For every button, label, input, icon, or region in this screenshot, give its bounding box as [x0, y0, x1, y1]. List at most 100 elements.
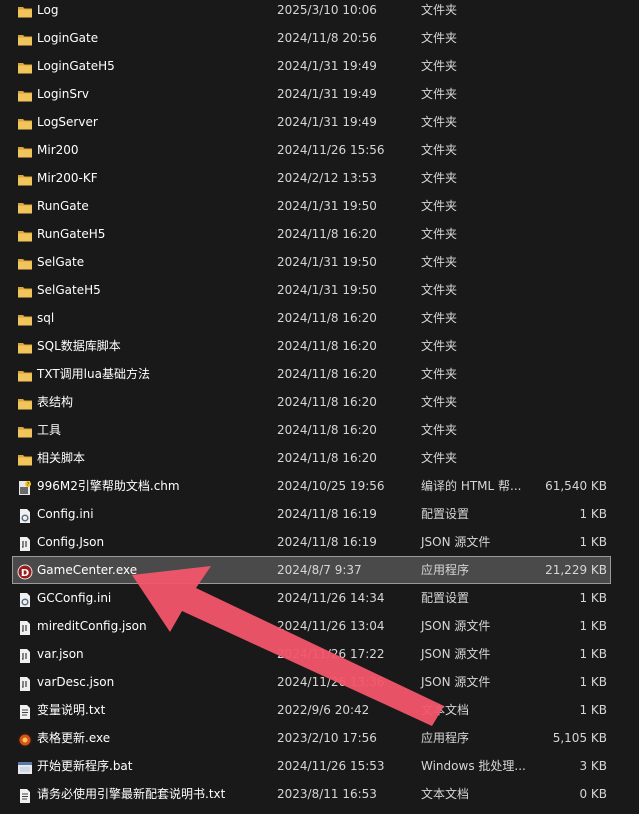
file-name: SQL数据库脚本 — [37, 339, 121, 353]
file-size: 3 KB — [579, 759, 607, 773]
file-row[interactable]: 工具 2024/11/8 16:20 文件夹 — [0, 416, 639, 444]
date-modified: 2024/1/31 19:50 — [277, 199, 377, 213]
file-type: 文件夹 — [421, 311, 458, 325]
file-name: Mir200 — [37, 143, 79, 157]
file-name: sql — [37, 311, 55, 325]
file-type: 配置设置 — [421, 591, 470, 605]
file-row[interactable]: sql 2024/11/8 16:20 文件夹 — [0, 304, 639, 332]
file-type: 文件夹 — [421, 283, 458, 297]
file-type: 文件夹 — [421, 227, 458, 241]
file-size: 0 KB — [579, 787, 607, 801]
file-type: 文件夹 — [421, 367, 458, 381]
file-row[interactable]: 请务必使用引擎最新配套说明书.txt 2023/8/11 16:53 文本文档 0 K… — [0, 780, 639, 808]
file-size: 21,229 KB — [545, 563, 607, 577]
file-row[interactable]: GCConfig.ini 2024/11/26 14:34 配置设置 1 KB — [0, 584, 639, 612]
file-type: 文本文档 — [421, 703, 470, 717]
file-row[interactable]: varDesc.json 2024/11/26 13:36 JSON 源文件 1 KB — [0, 668, 639, 696]
file-type: Windows 批处理... — [421, 759, 526, 773]
file-row[interactable]: Config.Json 2024/11/8 16:19 JSON 源文件 1 KB — [0, 528, 639, 556]
file-row[interactable]: 表结构 2024/11/8 16:20 文件夹 — [0, 388, 639, 416]
json-file-icon — [17, 618, 33, 635]
file-row[interactable]: ? 996M2引擎帮助文档.chm 2024/10/25 19:56 编译的 HTML… — [0, 472, 639, 500]
file-name: 996M2引擎帮助文档.chm — [37, 479, 180, 493]
folder-icon — [17, 198, 33, 214]
file-row[interactable]: Mir200 2024/11/26 15:56 文件夹 — [0, 136, 639, 164]
file-row[interactable]: SelGateH5 2024/1/31 19:50 文件夹 — [0, 276, 639, 304]
file-type: JSON 源文件 — [421, 675, 491, 689]
file-row[interactable]: LoginGateH5 2024/1/31 19:49 文件夹 — [0, 52, 639, 80]
file-row[interactable]: Mir200-KF 2024/2/12 13:53 文件夹 — [0, 164, 639, 192]
help-file-icon: ? — [17, 478, 33, 495]
file-row[interactable]: mireditConfig.json 2024/11/26 13:04 JSON 源… — [0, 612, 639, 640]
date-modified: 2024/11/26 13:36 — [277, 675, 385, 689]
file-name: Config.Json — [37, 535, 105, 549]
date-modified: 2024/11/8 16:20 — [277, 311, 377, 325]
file-name: Config.ini — [37, 507, 94, 521]
date-modified: 2024/1/31 19:49 — [277, 87, 377, 101]
file-row[interactable]: TXT调用lua基础方法 2024/11/8 16:20 文件夹 — [0, 360, 639, 388]
file-row[interactable]: Log 2025/3/10 10:06 文件夹 — [0, 0, 639, 24]
file-name: LogServer — [37, 115, 98, 129]
folder-icon — [17, 394, 33, 410]
date-modified: 2024/11/26 17:22 — [277, 647, 385, 661]
folder-icon — [17, 310, 33, 326]
file-row[interactable]: var.json 2024/11/26 17:22 JSON 源文件 1 KB — [0, 640, 639, 668]
file-type: 文件夹 — [421, 3, 458, 17]
file-size: 61,540 KB — [545, 479, 607, 493]
file-type: 文件夹 — [421, 59, 458, 73]
file-name: 请务必使用引擎最新配套说明书.txt — [37, 787, 226, 801]
date-modified: 2024/10/25 19:56 — [277, 479, 385, 493]
file-name: TXT调用lua基础方法 — [37, 367, 150, 381]
file-row[interactable]: 变量说明.txt 2022/9/6 20:42 文本文档 1 KB — [0, 696, 639, 724]
folder-icon — [17, 86, 33, 102]
file-name: LoginGateH5 — [37, 59, 115, 73]
date-modified: 2024/11/8 20:56 — [277, 31, 377, 45]
svg-text:?: ? — [27, 482, 30, 488]
text-file-icon — [17, 786, 33, 803]
folder-icon — [17, 338, 33, 354]
file-name: RunGate — [37, 199, 89, 213]
file-size: 1 KB — [579, 507, 607, 521]
file-row[interactable]: RunGateH5 2024/11/8 16:20 文件夹 — [0, 220, 639, 248]
file-row-selected[interactable]: D GameCenter.exe 2024/8/7 9:37 应用程序 21,229 K… — [12, 556, 611, 584]
folder-icon — [17, 58, 33, 74]
file-size: 1 KB — [579, 535, 607, 549]
file-row[interactable]: SQL数据库脚本 2024/11/8 16:20 文件夹 — [0, 332, 639, 360]
date-modified: 2024/11/26 13:04 — [277, 619, 385, 633]
folder-icon — [17, 366, 33, 382]
file-row[interactable]: 相关脚本 2024/11/8 16:20 文件夹 — [0, 444, 639, 472]
file-type: 配置设置 — [421, 507, 470, 521]
file-row[interactable]: LoginGate 2024/11/8 20:56 文件夹 — [0, 24, 639, 52]
file-row[interactable]: RunGate 2024/1/31 19:50 文件夹 — [0, 192, 639, 220]
file-name: Log — [37, 3, 59, 17]
date-modified: 2023/2/10 17:56 — [277, 731, 377, 745]
folder-icon — [17, 422, 33, 438]
file-row[interactable]: SelGate 2024/1/31 19:50 文件夹 — [0, 248, 639, 276]
file-type: 文件夹 — [421, 423, 458, 437]
file-type: 文件夹 — [421, 87, 458, 101]
file-size: 5,105 KB — [552, 731, 607, 745]
date-modified: 2024/11/8 16:19 — [277, 507, 377, 521]
date-modified: 2024/11/26 15:53 — [277, 759, 385, 773]
date-modified: 2024/11/8 16:19 — [277, 535, 377, 549]
file-row[interactable]: 开始更新程序.bat 2024/11/26 15:53 Windows 批处理...… — [0, 752, 639, 780]
file-name: 相关脚本 — [37, 451, 86, 465]
file-type: JSON 源文件 — [421, 647, 491, 661]
file-row[interactable]: 表格更新.exe 2023/2/10 17:56 应用程序 5,105 KB — [0, 724, 639, 752]
file-row[interactable]: Config.ini 2024/11/8 16:19 配置设置 1 KB — [0, 500, 639, 528]
date-modified: 2024/1/31 19:49 — [277, 59, 377, 73]
date-modified: 2024/11/8 16:20 — [277, 423, 377, 437]
file-row[interactable]: LoginSrv 2024/1/31 19:49 文件夹 — [0, 80, 639, 108]
folder-icon — [17, 450, 33, 466]
file-row[interactable]: LogServer 2024/1/31 19:49 文件夹 — [0, 108, 639, 136]
date-modified: 2024/11/26 15:56 — [277, 143, 385, 157]
batch-file-icon — [17, 758, 33, 774]
folder-icon — [17, 170, 33, 186]
file-name: SelGateH5 — [37, 283, 101, 297]
file-size: 1 KB — [579, 647, 607, 661]
json-file-icon — [17, 646, 33, 663]
file-name: RunGateH5 — [37, 227, 106, 241]
svg-text:D: D — [21, 568, 29, 579]
file-type: 编译的 HTML 帮... — [421, 479, 522, 493]
file-name: Mir200-KF — [37, 171, 98, 185]
